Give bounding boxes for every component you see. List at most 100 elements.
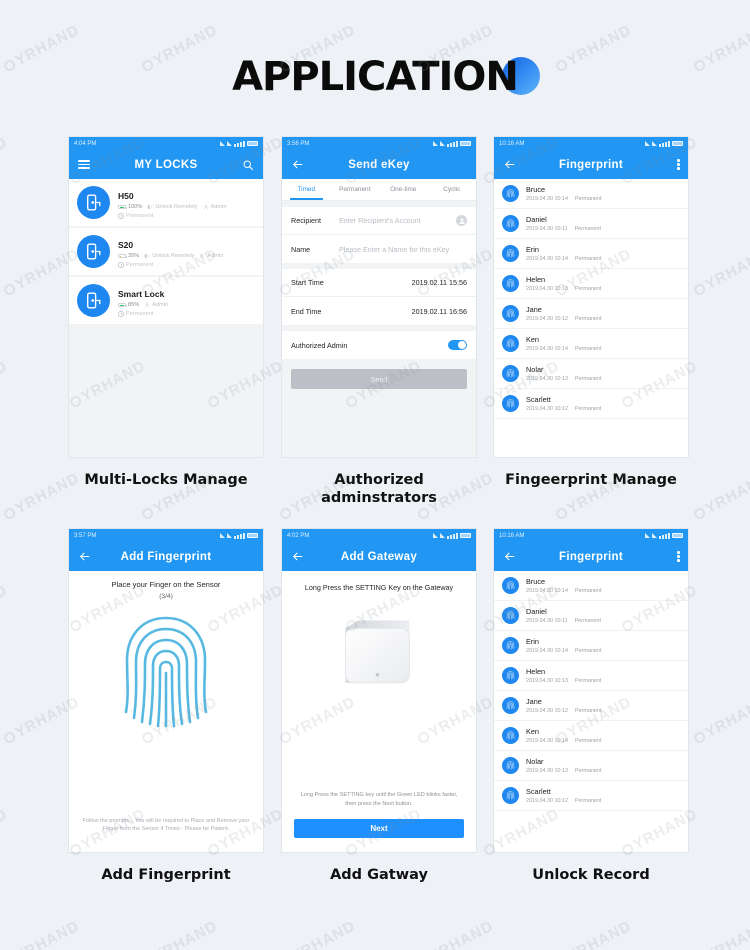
fingerprint-list-item[interactable]: Daniel 2019.04.30 10:11 Permanent — [494, 601, 688, 631]
fingerprint-list-item[interactable]: Helen 2019.04.30 10:13 Permanent — [494, 269, 688, 299]
cell-add-fingerprint: 3:57 PM Add Fingerprint Place your Finge… — [68, 528, 264, 885]
authorized-admin-row[interactable]: Authorized Admin — [282, 331, 476, 359]
name-input[interactable]: Please Enter a Name for this eKey — [339, 245, 467, 254]
kebab-menu-icon[interactable] — [677, 542, 680, 571]
start-time-value: 2019.02.11 15:56 — [411, 278, 467, 287]
app-bar-title: Add Gateway — [340, 550, 418, 563]
signal-triangle-icon — [220, 141, 225, 146]
ekey-tab-one-time[interactable]: One-time — [379, 179, 428, 200]
fingerprint-list-item[interactable]: Nolar 2019.04.30 10:13 Permanent — [494, 359, 688, 389]
fingerprint-meta: 2019.04.30 10:14 Permanent — [526, 648, 601, 654]
lock-meta: 35% Unlock Remotely Admin — [118, 253, 255, 259]
name-row[interactable]: Name Please Enter a Name for this eKey — [282, 235, 476, 263]
status-time: 3:57 PM — [74, 532, 97, 539]
cell-fingerprint-manage: 10:16 AM Fingerprint Bruce 2019.04.30 10… — [493, 136, 689, 490]
add-gateway-hint: Long Press the SETTING key until the Gre… — [300, 792, 458, 808]
signal-triangle-icon — [433, 533, 438, 538]
battery-chip: 100% — [118, 204, 142, 210]
recipient-row[interactable]: Recipient Enter Recipient's Account — [282, 207, 476, 235]
kebab-menu-icon[interactable] — [677, 150, 680, 179]
fingerprint-entry-texts: Ken 2019.04.30 10:14 Permanent — [526, 727, 601, 744]
arrow-left-icon[interactable] — [291, 542, 304, 571]
status-time: 3:56 PM — [287, 140, 310, 147]
unlock-remotely-label: Unlock Remotely — [155, 204, 198, 211]
recipient-form-card: Recipient Enter Recipient's Account Name… — [282, 207, 476, 263]
next-button[interactable]: Next — [294, 819, 464, 838]
fingerprint-list-item[interactable]: Scarlett 2019.04.30 10:12 Permanent — [494, 389, 688, 419]
fingerprint-list-item[interactable]: Jane 2019.04.30 10:12 Permanent — [494, 691, 688, 721]
status-time: 4:04 PM — [74, 140, 97, 147]
admin-label: Admin — [210, 204, 227, 211]
fingerprint-entry-texts: Daniel 2019.04.30 10:11 Permanent — [526, 607, 601, 624]
fingerprint-type: Permanent — [574, 798, 602, 804]
fingerprint-meta: 2019.04.30 10:14 Permanent — [526, 588, 601, 594]
fingerprint-meta: 2019.04.30 10:12 Permanent — [526, 798, 601, 804]
fingerprint-list-item[interactable]: Jane 2019.04.30 10:12 Permanent — [494, 299, 688, 329]
fingerprint-list-item[interactable]: Ken 2019.04.30 10:14 Permanent — [494, 329, 688, 359]
fingerprint-time: 2019.04.30 10:13 — [526, 376, 568, 382]
ekey-tab-cyclic[interactable]: Cyclic — [428, 179, 477, 200]
search-icon[interactable] — [242, 150, 254, 179]
recipient-input[interactable]: Enter Recipient's Account — [339, 216, 456, 225]
ekey-tab-permanent[interactable]: Permanent — [331, 179, 380, 200]
fingerprint-type: Permanent — [574, 708, 602, 714]
end-time-row[interactable]: End Time 2019.02.11 16:56 — [282, 297, 476, 325]
lock-list-item[interactable]: S20 35% Unlock Remotely Admin Permanent — [69, 228, 263, 275]
fingerprint-type: Permanent — [574, 346, 602, 352]
fingerprint-list-item[interactable]: Nolar 2019.04.30 10:13 Permanent — [494, 751, 688, 781]
fingerprint-list-item[interactable]: Helen 2019.04.30 10:13 Permanent — [494, 661, 688, 691]
add-fingerprint-body: Place your Finger on the Sensor (3/4) Fo… — [69, 571, 263, 852]
authorized-admin-card: Authorized Admin — [282, 331, 476, 359]
authorized-admin-toggle[interactable] — [448, 340, 467, 350]
smart-lock-icon — [77, 186, 110, 219]
ekey-tab-bar: Timed Permanent One-time Cyclic — [282, 179, 476, 201]
fingerprint-type: Permanent — [574, 196, 602, 202]
hamburger-icon[interactable] — [78, 150, 90, 179]
phone-fingerprint: 10:16 AM Fingerprint Bruce 2019.04.30 10… — [493, 136, 689, 458]
battery-icon — [672, 141, 683, 146]
status-bar: 3:57 PM — [69, 529, 263, 542]
validity-label: Permanent — [126, 261, 154, 268]
fingerprint-list-item[interactable]: Erin 2019.04.30 10:14 Permanent — [494, 239, 688, 269]
lock-meta: 100% Unlock Remotely Admin — [118, 204, 255, 210]
fingerprint-entry-texts: Scarlett 2019.04.30 10:12 Permanent — [526, 787, 601, 804]
arrow-left-icon[interactable] — [503, 150, 516, 179]
app-bar-title: Fingerprint — [559, 550, 623, 563]
page-title-area: APPLICATION — [0, 54, 750, 114]
fingerprint-type: Permanent — [574, 768, 602, 774]
fingerprint-list-item[interactable]: Scarlett 2019.04.30 10:12 Permanent — [494, 781, 688, 811]
watermark: YRHAND — [691, 245, 750, 299]
contact-avatar-icon[interactable] — [456, 215, 467, 226]
phone-add-gateway: 4:02 PM Add Gateway Long Press the SETTI… — [281, 528, 477, 853]
lock-meta: 85% Admin — [118, 302, 255, 308]
lock-list-item[interactable]: Smart Lock 85% Admin Permanent — [69, 277, 263, 324]
fingerprint-time: 2019.04.30 10:11 — [526, 226, 568, 232]
lock-list-item[interactable]: H50 100% Unlock Remotely Admin Permanent — [69, 179, 263, 226]
fingerprint-entry-texts: Nolar 2019.04.30 10:13 Permanent — [526, 757, 601, 774]
status-icons — [433, 532, 471, 539]
recipient-label: Recipient — [291, 216, 321, 225]
battery-level-icon — [118, 254, 127, 259]
fingerprint-avatar-icon — [502, 245, 519, 262]
arrow-left-icon[interactable] — [78, 542, 91, 571]
fingerprint-list-item[interactable]: Daniel 2019.04.30 10:11 Permanent — [494, 209, 688, 239]
wifi-bars-icon — [447, 532, 458, 539]
fingerprint-list-item[interactable]: Ken 2019.04.30 10:14 Permanent — [494, 721, 688, 751]
fingerprint-name: Helen — [526, 667, 546, 676]
start-time-row[interactable]: Start Time 2019.02.11 15:56 — [282, 269, 476, 297]
arrow-left-icon[interactable] — [503, 542, 516, 571]
fingerprint-list-item[interactable]: Bruce 2019.04.30 10:14 Permanent — [494, 571, 688, 601]
fingerprint-list-item[interactable]: Erin 2019.04.30 10:14 Permanent — [494, 631, 688, 661]
send-button[interactable]: Send — [291, 369, 467, 389]
ekey-tab-timed[interactable]: Timed — [282, 179, 331, 200]
fingerprint-name: Bruce — [526, 185, 546, 194]
arrow-left-icon[interactable] — [291, 150, 304, 179]
fingerprint-name: Jane — [526, 305, 542, 314]
battery-chip: 35% — [118, 253, 139, 259]
validity-label: Permanent — [126, 310, 154, 317]
status-icons — [220, 532, 258, 539]
fingerprint-time: 2019.04.30 10:14 — [526, 738, 568, 744]
fingerprint-list-item[interactable]: Bruce 2019.04.30 10:14 Permanent — [494, 179, 688, 209]
app-bar-fingerprint: Fingerprint — [494, 150, 688, 179]
remote-unlock-icon — [147, 204, 153, 210]
